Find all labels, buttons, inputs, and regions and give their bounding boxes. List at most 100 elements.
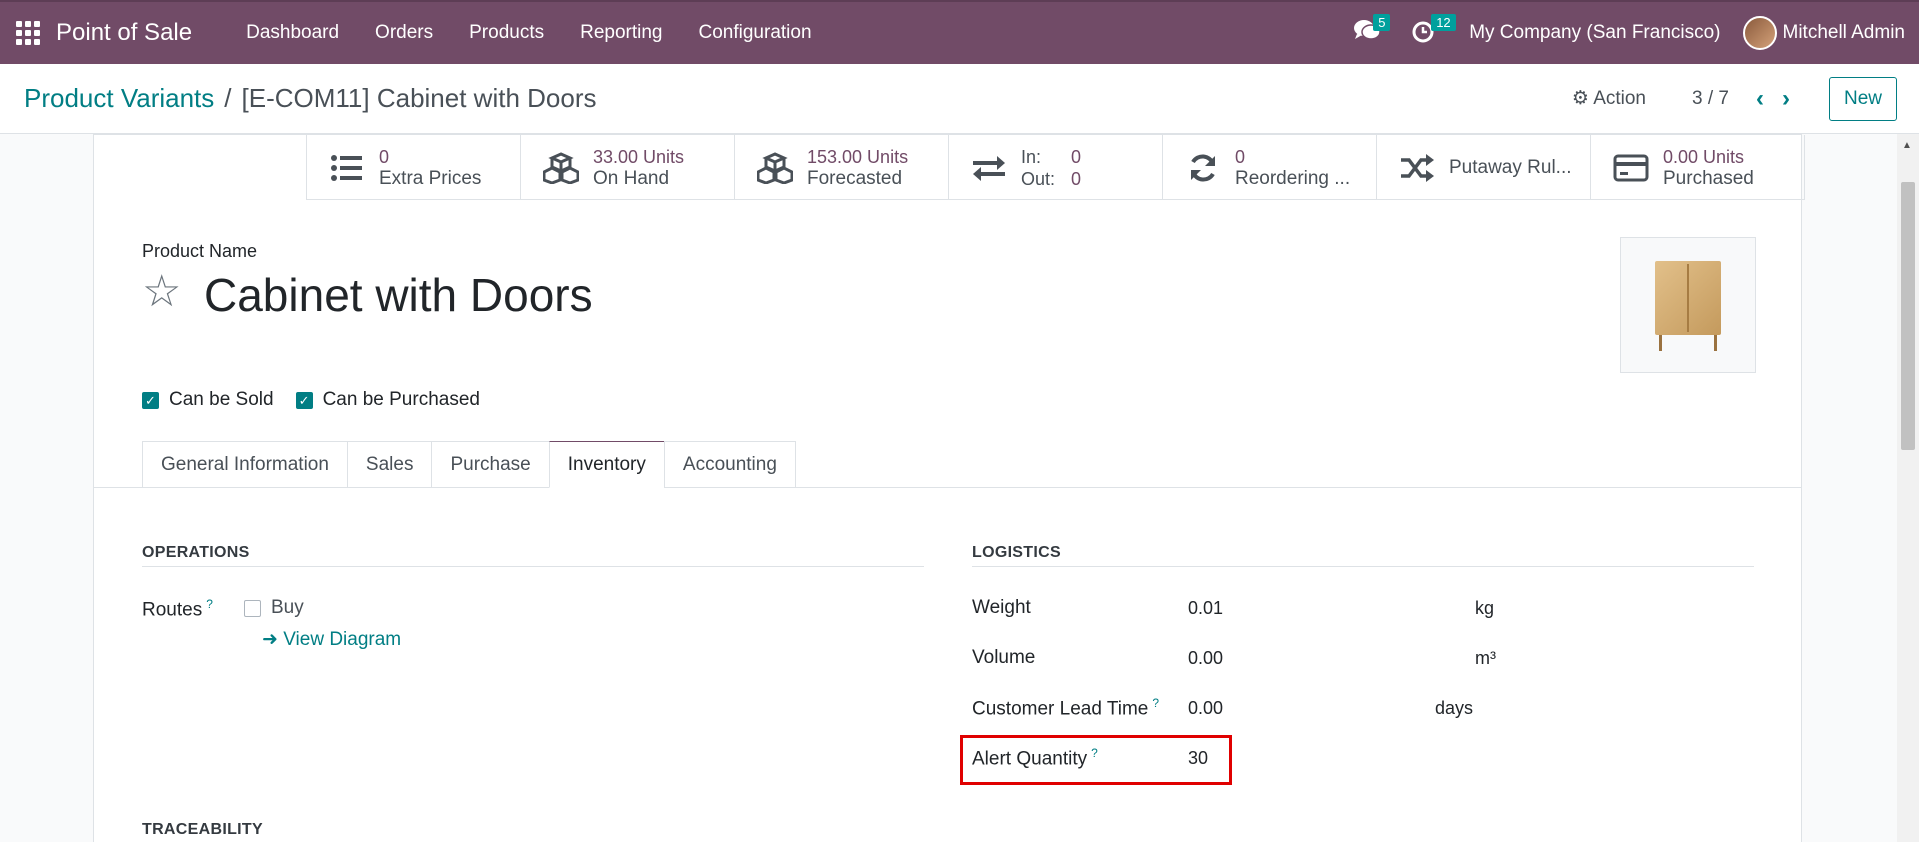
weight-unit: kg <box>1475 598 1495 618</box>
out-label: Out: <box>1021 168 1056 189</box>
cubes-icon <box>543 151 579 184</box>
messages-badge: 5 <box>1373 14 1391 31</box>
purchased-label: Purchased <box>1663 167 1754 189</box>
random-icon <box>1401 153 1434 182</box>
route-buy-label: Buy <box>271 597 304 618</box>
control-panel: Product Variants / [E-COM11] Cabinet wit… <box>0 64 1919 134</box>
extra-prices-button[interactable]: 0 Extra Prices <box>307 135 521 200</box>
putaway-rules-label: Putaway Rul... <box>1449 156 1572 178</box>
scroll-up-icon[interactable]: ▲ <box>1902 140 1912 151</box>
operations-divider <box>142 566 924 567</box>
user-menu[interactable]: Mitchell Admin <box>1742 16 1906 50</box>
refresh-icon <box>1191 154 1215 181</box>
help-icon[interactable]: ? <box>206 597 213 611</box>
reordering-button[interactable]: 0 Reordering ... <box>1163 135 1377 200</box>
help-icon[interactable]: ? <box>1152 696 1159 710</box>
main-menu: Dashboard Orders Products Reporting Conf… <box>228 22 829 44</box>
company-switcher[interactable]: My Company (San Francisco) <box>1469 22 1720 44</box>
out-value: 0 <box>1071 168 1082 189</box>
pager-previous-icon[interactable]: ‹ <box>1756 85 1764 113</box>
purchased-button[interactable]: 0.00 Units Purchased <box>1591 135 1805 200</box>
alert-quantity-label: Alert Quantity? <box>972 746 1098 770</box>
on-hand-button[interactable]: 33.00 Units On Hand <box>521 135 735 200</box>
forecasted-value: 153.00 Units <box>807 146 909 167</box>
smart-buttons: 0 Extra Prices 33.00 Units On Hand 153.00 … <box>306 135 1805 200</box>
tab-sales[interactable]: Sales <box>346 441 433 488</box>
app-menu-icon[interactable] <box>0 1 56 65</box>
messages-button[interactable]: 5 <box>1353 14 1391 48</box>
reordering-value: 0 <box>1235 146 1246 167</box>
in-value: 0 <box>1071 146 1082 167</box>
putaway-rules-button[interactable]: Putaway Rul... <box>1377 135 1591 200</box>
gear-icon: ⚙ <box>1571 88 1589 109</box>
arrow-right-icon: ➜ <box>262 629 278 650</box>
notebook-tabs: General Information Sales Purchase Inven… <box>142 441 796 488</box>
on-hand-label: On Hand <box>593 167 670 189</box>
in-label: In: <box>1021 146 1042 167</box>
scrollbar-thumb[interactable] <box>1901 182 1915 450</box>
extra-prices-value: 0 <box>379 146 390 167</box>
extra-prices-label: Extra Prices <box>379 167 482 189</box>
tab-purchase[interactable]: Purchase <box>431 441 550 488</box>
page-scrollbar[interactable]: ▲ <box>1897 134 1919 842</box>
top-navbar: Point of Sale Dashboard Orders Products … <box>0 0 1919 64</box>
on-hand-value: 33.00 Units <box>593 146 685 167</box>
form-sheet: 0 Extra Prices 33.00 Units On Hand 153.00 … <box>93 134 1805 842</box>
tab-inventory[interactable]: Inventory <box>548 441 665 488</box>
product-name-field[interactable]: Cabinet with Doors <box>204 268 593 322</box>
customer-lead-time-field[interactable]: 0.00 <box>1188 698 1223 719</box>
user-name: Mitchell Admin <box>1782 22 1906 44</box>
route-buy-checkbox[interactable]: Buy <box>244 597 304 619</box>
volume-field[interactable]: 0.00 <box>1188 648 1223 669</box>
product-name-label: Product Name <box>142 241 258 261</box>
traceability-title: TRACEABILITY <box>142 821 263 838</box>
pager-next-icon[interactable]: › <box>1782 85 1790 113</box>
can-be-sold-label: Can be Sold <box>169 389 274 410</box>
menu-dashboard[interactable]: Dashboard <box>228 22 357 44</box>
forecasted-button[interactable]: 153.00 Units Forecasted <box>735 135 949 200</box>
product-image[interactable] <box>1620 237 1756 373</box>
app-name[interactable]: Point of Sale <box>56 19 192 47</box>
checkbox-checked-icon: ✓ <box>142 391 159 409</box>
breadcrumb-separator: / <box>224 83 232 113</box>
can-be-sold-checkbox[interactable]: ✓ Can be Sold <box>142 389 274 411</box>
weight-field[interactable]: 0.01 <box>1188 598 1223 619</box>
menu-orders[interactable]: Orders <box>357 22 451 44</box>
volume-unit: m³ <box>1475 648 1496 668</box>
menu-configuration[interactable]: Configuration <box>681 22 830 44</box>
forecasted-label: Forecasted <box>807 167 903 189</box>
volume-label: Volume <box>972 647 1036 668</box>
checkbox-empty-icon <box>244 599 261 617</box>
reordering-label: Reordering ... <box>1235 167 1351 189</box>
weight-label: Weight <box>972 597 1031 618</box>
customer-lead-time-label: Customer Lead Time? <box>972 696 1160 720</box>
avatar <box>1742 16 1777 50</box>
routes-label: Routes? <box>142 597 213 621</box>
credit-card-icon <box>1613 154 1649 181</box>
exchange-icon <box>973 155 1005 181</box>
in-out-button[interactable]: In: 0 Out: 0 <box>949 135 1163 200</box>
tab-general-information[interactable]: General Information <box>142 441 348 488</box>
can-be-purchased-checkbox[interactable]: ✓ Can be Purchased <box>295 389 480 411</box>
help-icon[interactable]: ? <box>1091 746 1098 760</box>
activities-button[interactable]: 12 <box>1411 14 1456 48</box>
pager-value[interactable]: 3 / 7 <box>1692 88 1729 110</box>
action-button[interactable]: ⚙ Action <box>1572 87 1646 110</box>
cabinet-image <box>1655 261 1721 351</box>
tab-accounting[interactable]: Accounting <box>663 441 796 488</box>
logistics-title: LOGISTICS <box>972 544 1061 561</box>
activities-badge: 12 <box>1431 14 1456 31</box>
operations-title: OPERATIONS <box>142 544 250 561</box>
alert-quantity-field[interactable]: 30 <box>1188 748 1208 769</box>
new-button[interactable]: New <box>1828 76 1897 121</box>
purchased-value: 0.00 Units <box>1663 146 1745 167</box>
logistics-divider <box>972 566 1754 567</box>
customer-lead-time-unit: days <box>1435 698 1474 718</box>
breadcrumb-current: [E-COM11] Cabinet with Doors <box>241 83 597 113</box>
menu-products[interactable]: Products <box>451 22 562 44</box>
breadcrumb-product-variants[interactable]: Product Variants <box>24 83 214 114</box>
menu-reporting[interactable]: Reporting <box>562 22 680 44</box>
view-diagram-link[interactable]: ➜ View Diagram <box>262 628 401 651</box>
favorite-star-icon[interactable]: ☆ <box>142 268 181 316</box>
list-icon <box>331 154 362 181</box>
